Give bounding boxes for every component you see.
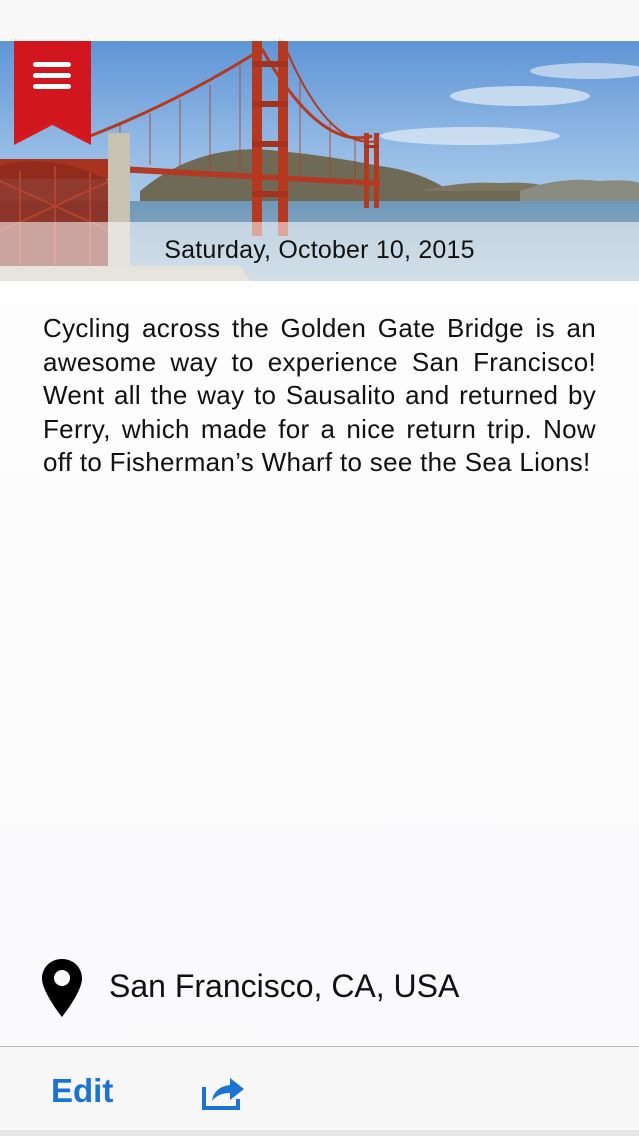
- edit-button[interactable]: Edit: [51, 1072, 113, 1110]
- location-label: San Francisco, CA, USA: [109, 968, 460, 1004]
- map-pin-icon: [42, 959, 82, 1017]
- status-bar: [0, 0, 639, 41]
- hamburger-menu-icon[interactable]: [33, 62, 71, 90]
- entry-date: Saturday, October 10, 2015: [164, 236, 475, 264]
- menu-ribbon-button[interactable]: [14, 41, 91, 145]
- location-row[interactable]: San Francisco, CA, USA: [40, 955, 600, 1019]
- bottom-toolbar: Edit: [0, 1046, 639, 1136]
- journal-entry-screen: Saturday, October 10, 2015 Cycling acros…: [0, 0, 639, 1136]
- share-icon[interactable]: [200, 1075, 246, 1111]
- bookmark-ribbon-icon: [14, 41, 91, 145]
- entry-body-text: Cycling across the Golden Gate Bridge is…: [43, 313, 596, 478]
- home-indicator-area: [0, 1130, 639, 1136]
